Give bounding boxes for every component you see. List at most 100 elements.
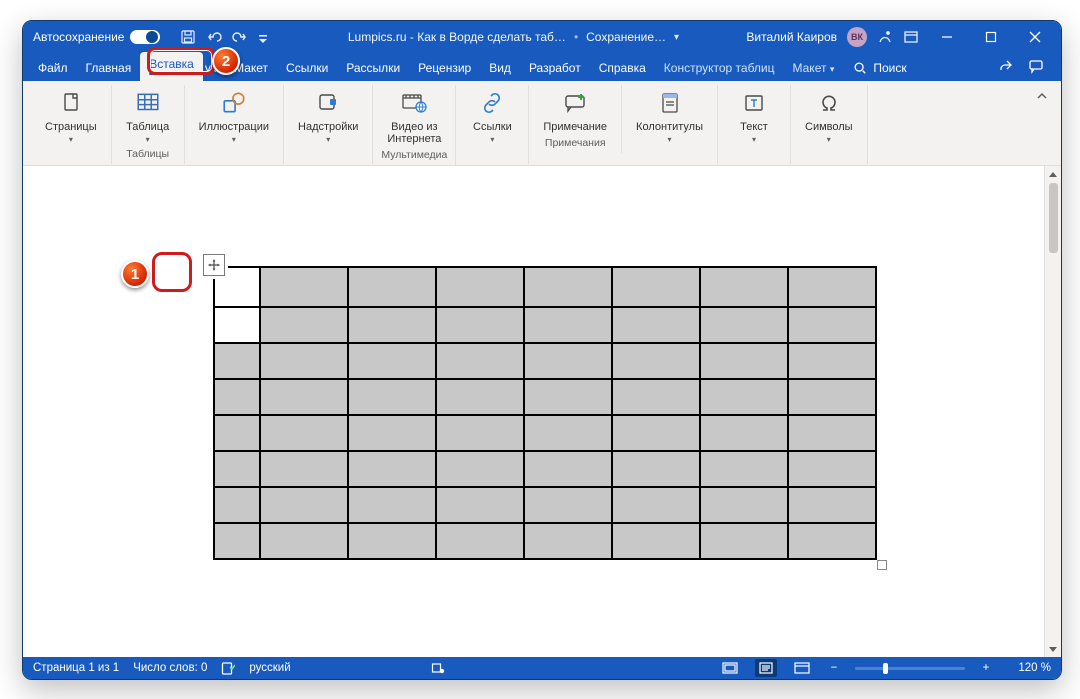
table-cell[interactable]	[700, 415, 788, 451]
ribbon-display-icon[interactable]	[903, 29, 919, 45]
tab-review[interactable]: Рецензир	[409, 56, 480, 81]
tab-help[interactable]: Справка	[590, 56, 655, 81]
table-cell[interactable]	[436, 451, 524, 487]
search-box[interactable]: Поиск	[843, 57, 916, 81]
autosave-switch-icon[interactable]	[130, 30, 160, 44]
collapse-ribbon-button[interactable]	[1031, 85, 1053, 107]
table-cell[interactable]	[612, 523, 700, 559]
table-cell[interactable]	[524, 267, 612, 307]
table-cell[interactable]	[348, 415, 436, 451]
document-table[interactable]	[213, 266, 877, 560]
table-cell[interactable]	[788, 267, 876, 307]
table-cell[interactable]	[524, 415, 612, 451]
zoom-level[interactable]: 120 %	[1007, 662, 1051, 674]
tab-references[interactable]: Ссылки	[277, 56, 337, 81]
share-button[interactable]	[995, 55, 1017, 77]
status-language[interactable]: русский	[249, 662, 290, 674]
comments-pane-button[interactable]	[1025, 55, 1047, 77]
table-cell[interactable]	[524, 379, 612, 415]
comment-button[interactable]: Примечание	[537, 87, 613, 135]
table-cell[interactable]	[612, 343, 700, 379]
macro-record-button[interactable]	[431, 661, 445, 675]
table-cell[interactable]	[260, 523, 348, 559]
table-cell[interactable]	[788, 307, 876, 343]
table-cell[interactable]	[524, 307, 612, 343]
qat-more-icon[interactable]	[258, 29, 268, 45]
table-cell[interactable]	[788, 523, 876, 559]
links-button[interactable]: Ссылки ▾	[464, 87, 520, 146]
table-cell[interactable]	[612, 451, 700, 487]
table-cell[interactable]	[260, 343, 348, 379]
view-focus-button[interactable]	[719, 659, 741, 677]
view-web-button[interactable]	[791, 659, 813, 677]
table-cell[interactable]	[612, 267, 700, 307]
table-button[interactable]: Таблица ▾	[120, 87, 176, 146]
table-cell[interactable]	[348, 451, 436, 487]
scroll-track[interactable]	[1045, 183, 1062, 640]
table-cell[interactable]	[700, 343, 788, 379]
table-cell[interactable]	[436, 379, 524, 415]
tab-home[interactable]: Главная	[77, 56, 141, 81]
tab-table-design[interactable]: Конструктор таблиц	[655, 56, 784, 81]
table-cell[interactable]	[260, 451, 348, 487]
headerfooter-button[interactable]: Колонтитулы ▾	[630, 87, 709, 146]
table-cell[interactable]	[788, 487, 876, 523]
table-cell[interactable]	[260, 379, 348, 415]
status-words[interactable]: Число слов: 0	[133, 662, 207, 674]
table-cell[interactable]	[260, 487, 348, 523]
table-cell[interactable]	[612, 415, 700, 451]
table-cell[interactable]	[348, 267, 436, 307]
tab-file[interactable]: Файл	[29, 56, 77, 81]
redo-icon[interactable]	[232, 29, 248, 45]
table-cell[interactable]	[260, 415, 348, 451]
avatar[interactable]: ВК	[847, 27, 867, 47]
tab-mailings[interactable]: Рассылки	[337, 56, 409, 81]
table-cell[interactable]	[436, 267, 524, 307]
tab-table-layout[interactable]: Макет ▾	[784, 56, 844, 81]
zoom-knob[interactable]	[883, 663, 888, 674]
table-cell[interactable]	[436, 343, 524, 379]
title-dropdown-icon[interactable]: ▾	[674, 32, 679, 43]
table-cell[interactable]	[700, 379, 788, 415]
table-move-handle[interactable]	[203, 254, 225, 276]
table-cell[interactable]	[788, 379, 876, 415]
scroll-up-icon[interactable]	[1045, 166, 1062, 183]
autosave-toggle[interactable]: Автосохранение	[33, 30, 160, 44]
symbols-button[interactable]: Символы ▾	[799, 87, 859, 146]
addins-button[interactable]: Надстройки ▾	[292, 87, 364, 146]
table-cell[interactable]	[260, 267, 348, 307]
table-cell[interactable]	[700, 451, 788, 487]
close-button[interactable]	[1013, 21, 1057, 53]
table-cell[interactable]	[214, 523, 260, 559]
save-icon[interactable]	[180, 29, 196, 45]
table-cell[interactable]	[348, 343, 436, 379]
table-resize-handle[interactable]	[877, 560, 887, 570]
zoom-slider[interactable]	[855, 667, 965, 670]
table-cell[interactable]	[700, 267, 788, 307]
tab-developer[interactable]: Разработ	[520, 56, 590, 81]
table-cell[interactable]	[700, 307, 788, 343]
table-cell[interactable]	[612, 307, 700, 343]
table-cell[interactable]	[700, 523, 788, 559]
table-cell[interactable]	[524, 451, 612, 487]
vertical-scrollbar[interactable]	[1044, 166, 1061, 657]
table-cell[interactable]	[214, 451, 260, 487]
undo-icon[interactable]	[206, 29, 222, 45]
table-cell[interactable]	[214, 487, 260, 523]
zoom-in-button[interactable]: +	[979, 662, 993, 674]
spellcheck-button[interactable]	[221, 661, 235, 675]
table-cell[interactable]	[260, 307, 348, 343]
scroll-thumb[interactable]	[1049, 183, 1058, 253]
table-cell[interactable]	[612, 379, 700, 415]
table-cell[interactable]	[612, 487, 700, 523]
online-video-button[interactable]: Видео из Интернета	[381, 87, 447, 147]
text-button[interactable]: Текст ▾	[726, 87, 782, 146]
table-cell[interactable]	[700, 487, 788, 523]
zoom-out-button[interactable]: −	[827, 662, 841, 674]
table-cell[interactable]	[436, 487, 524, 523]
table-cell[interactable]	[214, 415, 260, 451]
coming-soon-icon[interactable]	[877, 29, 893, 45]
table-cell[interactable]	[436, 307, 524, 343]
view-print-button[interactable]	[755, 659, 777, 677]
table-cell[interactable]	[788, 343, 876, 379]
